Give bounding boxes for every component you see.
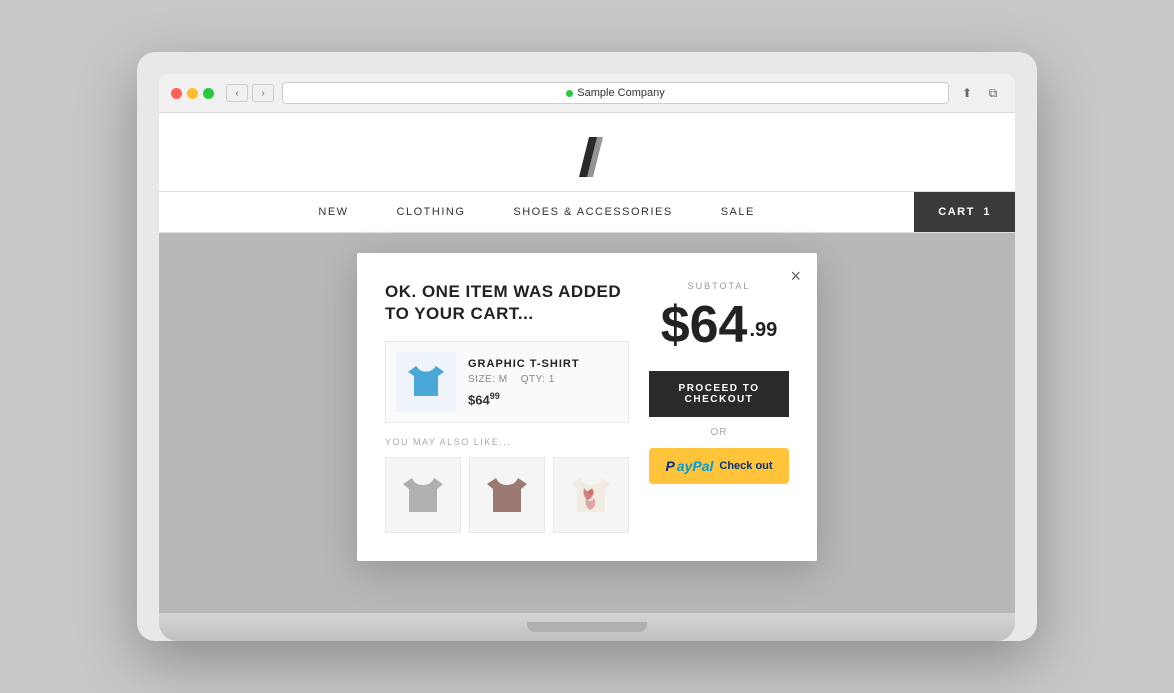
cart-item-price-main: $64: [468, 392, 490, 407]
share-button[interactable]: ⬆: [957, 83, 977, 103]
nav-arrows: ‹ ›: [226, 84, 274, 102]
nav-item-shoes[interactable]: SHOES & ACCESSORIES: [489, 192, 696, 232]
nav-item-new[interactable]: NEW: [294, 192, 372, 232]
cart-item-price: $6499: [468, 391, 618, 407]
cart-modal: × OK. ONE ITEM WAS ADDED TO YOUR CART...: [357, 253, 817, 561]
modal-close-button[interactable]: ×: [790, 267, 801, 285]
nav-items: NEW CLOTHING SHOES & ACCESSORIES SALE: [159, 192, 914, 232]
also-like-item-2[interactable]: [469, 457, 545, 533]
or-divider: OR: [711, 427, 728, 438]
paypal-p-icon: P: [665, 458, 674, 474]
site-logo: [159, 113, 1015, 191]
laptop-screen: ‹ › Sample Company ⬆ ⧉: [159, 74, 1015, 613]
also-like-shirt-3-icon: [564, 468, 618, 522]
forward-button[interactable]: ›: [252, 84, 274, 102]
logo-icon: [569, 133, 605, 177]
also-like-label: YOU MAY ALSO LIKE...: [385, 437, 629, 447]
fullscreen-traffic-light[interactable]: [203, 88, 214, 99]
site-navigation: NEW CLOTHING SHOES & ACCESSORIES SALE CA…: [159, 191, 1015, 233]
also-like-items: [385, 457, 629, 533]
subtotal-price: $64.99: [661, 299, 778, 351]
ssl-indicator: [566, 90, 573, 97]
cart-item-tshirt-icon: [402, 358, 450, 406]
modal-right-section: SUBTOTAL $64.99 PROCEED TO CHECKOUT OR P…: [649, 281, 789, 533]
cart-button[interactable]: CART 1: [914, 192, 1015, 232]
browser-actions: ⬆ ⧉: [957, 83, 1003, 103]
cart-item-size: SIZE: M: [468, 374, 508, 385]
cart-item-price-cents: 99: [490, 391, 500, 401]
paypal-logo: PayPal: [665, 458, 713, 474]
browser-chrome: ‹ › Sample Company ⬆ ⧉: [159, 74, 1015, 113]
cart-item-name: GRAPHIC T-SHIRT: [468, 358, 618, 370]
paypal-button[interactable]: PayPal Check out: [649, 448, 789, 484]
checkout-button[interactable]: PROCEED TO CHECKOUT: [649, 371, 789, 417]
cart-item-image: [396, 352, 456, 412]
also-like-tshirt-1-icon: [396, 468, 450, 522]
cart-item-meta: SIZE: M QTY: 1: [468, 374, 618, 385]
laptop-shell: ‹ › Sample Company ⬆ ⧉: [137, 52, 1037, 641]
traffic-lights: [171, 88, 214, 99]
minimize-traffic-light[interactable]: [187, 88, 198, 99]
cart-label: CART: [938, 206, 975, 218]
nav-item-sale[interactable]: SALE: [697, 192, 779, 232]
subtotal-dollars: $64: [661, 296, 748, 354]
modal-title: OK. ONE ITEM WAS ADDED TO YOUR CART...: [385, 281, 629, 325]
also-like-item-1[interactable]: [385, 457, 461, 533]
nav-item-clothing[interactable]: CLOTHING: [373, 192, 490, 232]
cart-item-details: GRAPHIC T-SHIRT SIZE: M QTY: 1 $6499: [468, 358, 618, 407]
cart-count: 1: [983, 206, 991, 218]
back-button[interactable]: ‹: [226, 84, 248, 102]
tabs-button[interactable]: ⧉: [983, 83, 1003, 103]
also-like-tshirt-2-icon: [480, 468, 534, 522]
paypal-checkout-label: Check out: [719, 460, 772, 472]
subtotal-cents: .99: [749, 319, 777, 341]
url-text: Sample Company: [577, 87, 664, 99]
cart-item: GRAPHIC T-SHIRT SIZE: M QTY: 1 $6499: [385, 341, 629, 423]
modal-body: OK. ONE ITEM WAS ADDED TO YOUR CART...: [385, 281, 789, 533]
cart-item-qty: QTY: 1: [521, 374, 555, 385]
subtotal-label: SUBTOTAL: [688, 281, 751, 291]
address-bar[interactable]: Sample Company: [282, 82, 949, 104]
also-like-item-3[interactable]: [553, 457, 629, 533]
website-content: NEW CLOTHING SHOES & ACCESSORIES SALE CA…: [159, 113, 1015, 613]
modal-overlay: × OK. ONE ITEM WAS ADDED TO YOUR CART...: [159, 233, 1015, 613]
laptop-notch: [527, 622, 647, 632]
modal-left-section: OK. ONE ITEM WAS ADDED TO YOUR CART...: [385, 281, 629, 533]
page-background: × OK. ONE ITEM WAS ADDED TO YOUR CART...: [159, 233, 1015, 613]
laptop-base: [159, 613, 1015, 641]
close-traffic-light[interactable]: [171, 88, 182, 99]
paypal-aypal-icon: ayPal: [677, 458, 714, 474]
